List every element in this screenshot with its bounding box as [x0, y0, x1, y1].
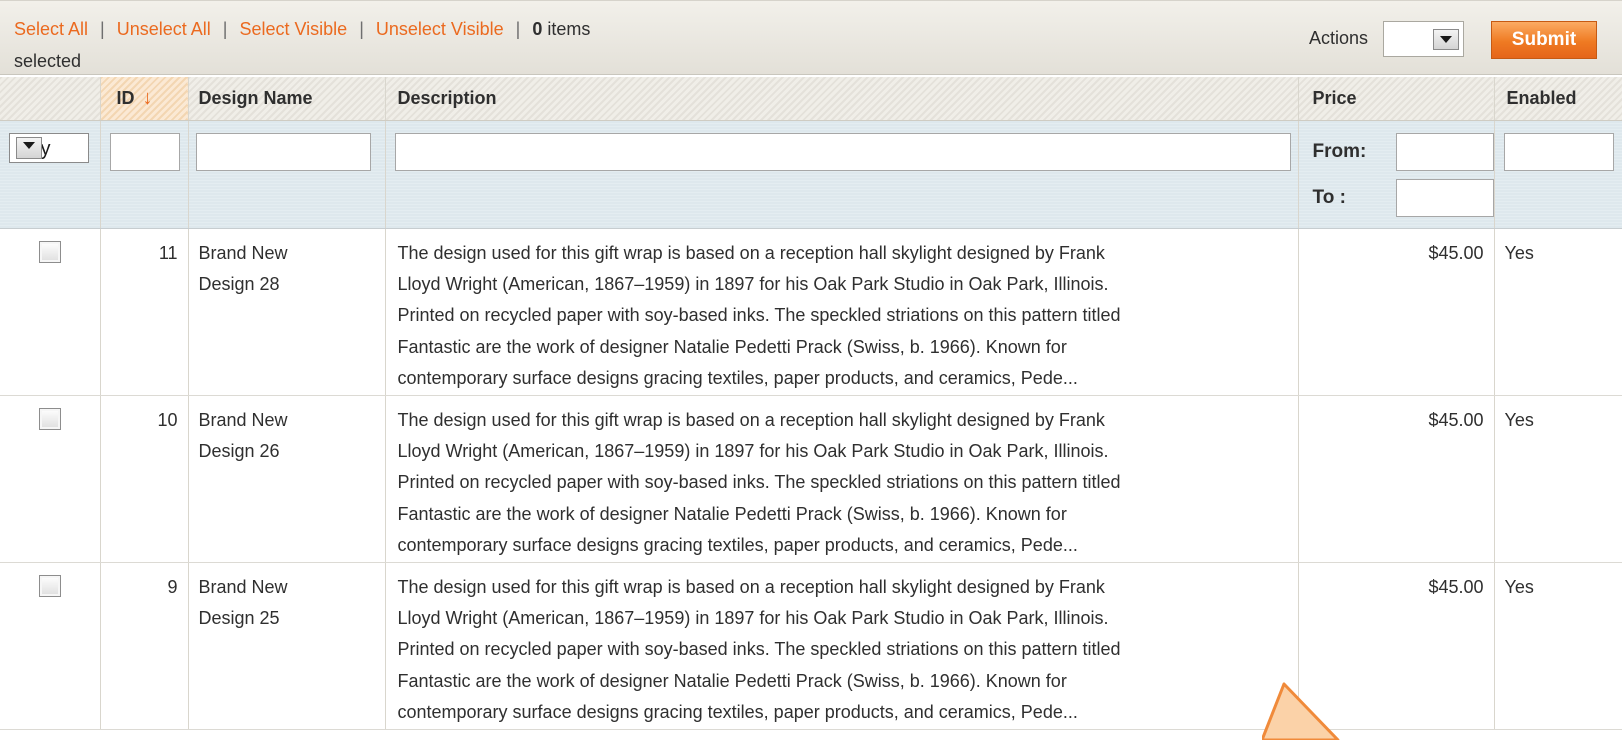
chevron-down-icon[interactable] [1433, 29, 1459, 50]
sort-desc-arrow-icon: ↓ [142, 86, 153, 109]
row-checkbox[interactable] [38, 407, 61, 430]
selected-count: 0 [532, 19, 543, 39]
massaction-bar: Select All | Unselect All | Select Visible | U… [0, 0, 1622, 75]
row-checkbox-cell [0, 395, 101, 563]
designs-grid: ID ↓ Design Name Description Price Enable… [0, 77, 1622, 730]
description-filter-input[interactable] [394, 132, 1291, 171]
id-filter-input[interactable] [109, 132, 180, 171]
filter-enabled-cell [1494, 120, 1622, 229]
items-text: items [547, 19, 591, 39]
row-description: The design used for this gift wrap is ba… [385, 228, 1299, 396]
unselect-visible-link[interactable]: Unselect Visible [376, 19, 504, 39]
separator: | [359, 19, 364, 39]
separator: | [515, 19, 521, 39]
row-id: 9 [100, 562, 189, 730]
select-all-link[interactable]: Select All [14, 19, 88, 39]
massaction-links: Select All | Unselect All | Select Visible | U… [14, 13, 774, 77]
filter-massaction-cell: Any [0, 120, 101, 229]
row-enabled: Yes [1494, 395, 1622, 563]
header-description[interactable]: Description [385, 77, 1299, 121]
chevron-down-icon[interactable] [16, 136, 42, 159]
row-design-name: Brand New Design 28 [188, 228, 386, 396]
header-enabled[interactable]: Enabled [1494, 77, 1622, 121]
row-checkbox[interactable] [38, 574, 61, 597]
unselect-all-link[interactable]: Unselect All [117, 19, 211, 39]
table-row[interactable]: 11 Brand New Design 28 The design used fo… [0, 228, 1622, 396]
separator: | [100, 19, 105, 39]
row-price: $45.00 [1298, 395, 1495, 563]
select-visible-link[interactable]: Select Visible [239, 19, 347, 39]
row-checkbox-cell [0, 562, 101, 730]
row-design-name: Brand New Design 26 [188, 395, 386, 563]
price-from-label: From: [1312, 140, 1367, 162]
row-enabled: Yes [1494, 562, 1622, 730]
submit-button[interactable]: Submit [1491, 21, 1597, 59]
actions-select[interactable] [1383, 21, 1464, 57]
grid-filter-row: Any From: To : [0, 120, 1622, 229]
header-design-name[interactable]: Design Name [188, 77, 386, 121]
enabled-filter-input[interactable] [1503, 132, 1614, 171]
price-to-label: To : [1312, 186, 1346, 208]
row-description: The design used for this gift wrap is ba… [385, 562, 1299, 730]
massaction-filter-select[interactable]: Any [9, 132, 89, 163]
actions-label: Actions [1309, 28, 1369, 48]
header-massaction [0, 77, 101, 121]
row-id: 10 [100, 395, 189, 563]
row-id: 11 [100, 228, 189, 396]
callout-arrow-icon [1262, 682, 1340, 740]
row-checkbox-cell [0, 228, 101, 396]
price-to-input[interactable] [1395, 178, 1494, 217]
row-checkbox[interactable] [38, 240, 61, 263]
grid-header-row: ID ↓ Design Name Description Price Enable… [0, 77, 1622, 121]
filter-price-cell: From: To : [1298, 120, 1495, 229]
filter-description-cell [385, 120, 1299, 229]
header-id-label: ID [116, 87, 135, 108]
row-design-name: Brand New Design 25 [188, 562, 386, 730]
row-price: $45.00 [1298, 228, 1495, 396]
row-description: The design used for this gift wrap is ba… [385, 395, 1299, 563]
selected-text: selected [14, 51, 82, 71]
separator: | [222, 19, 228, 39]
design-name-filter-input[interactable] [195, 132, 371, 171]
filter-id-cell [100, 120, 189, 229]
filter-design-name-cell [188, 120, 386, 229]
price-from-input[interactable] [1395, 132, 1494, 171]
header-price[interactable]: Price [1298, 77, 1495, 121]
header-id[interactable]: ID ↓ [100, 77, 189, 121]
row-enabled: Yes [1494, 228, 1622, 396]
table-row[interactable]: 10 Brand New Design 26 The design used fo… [0, 395, 1622, 563]
